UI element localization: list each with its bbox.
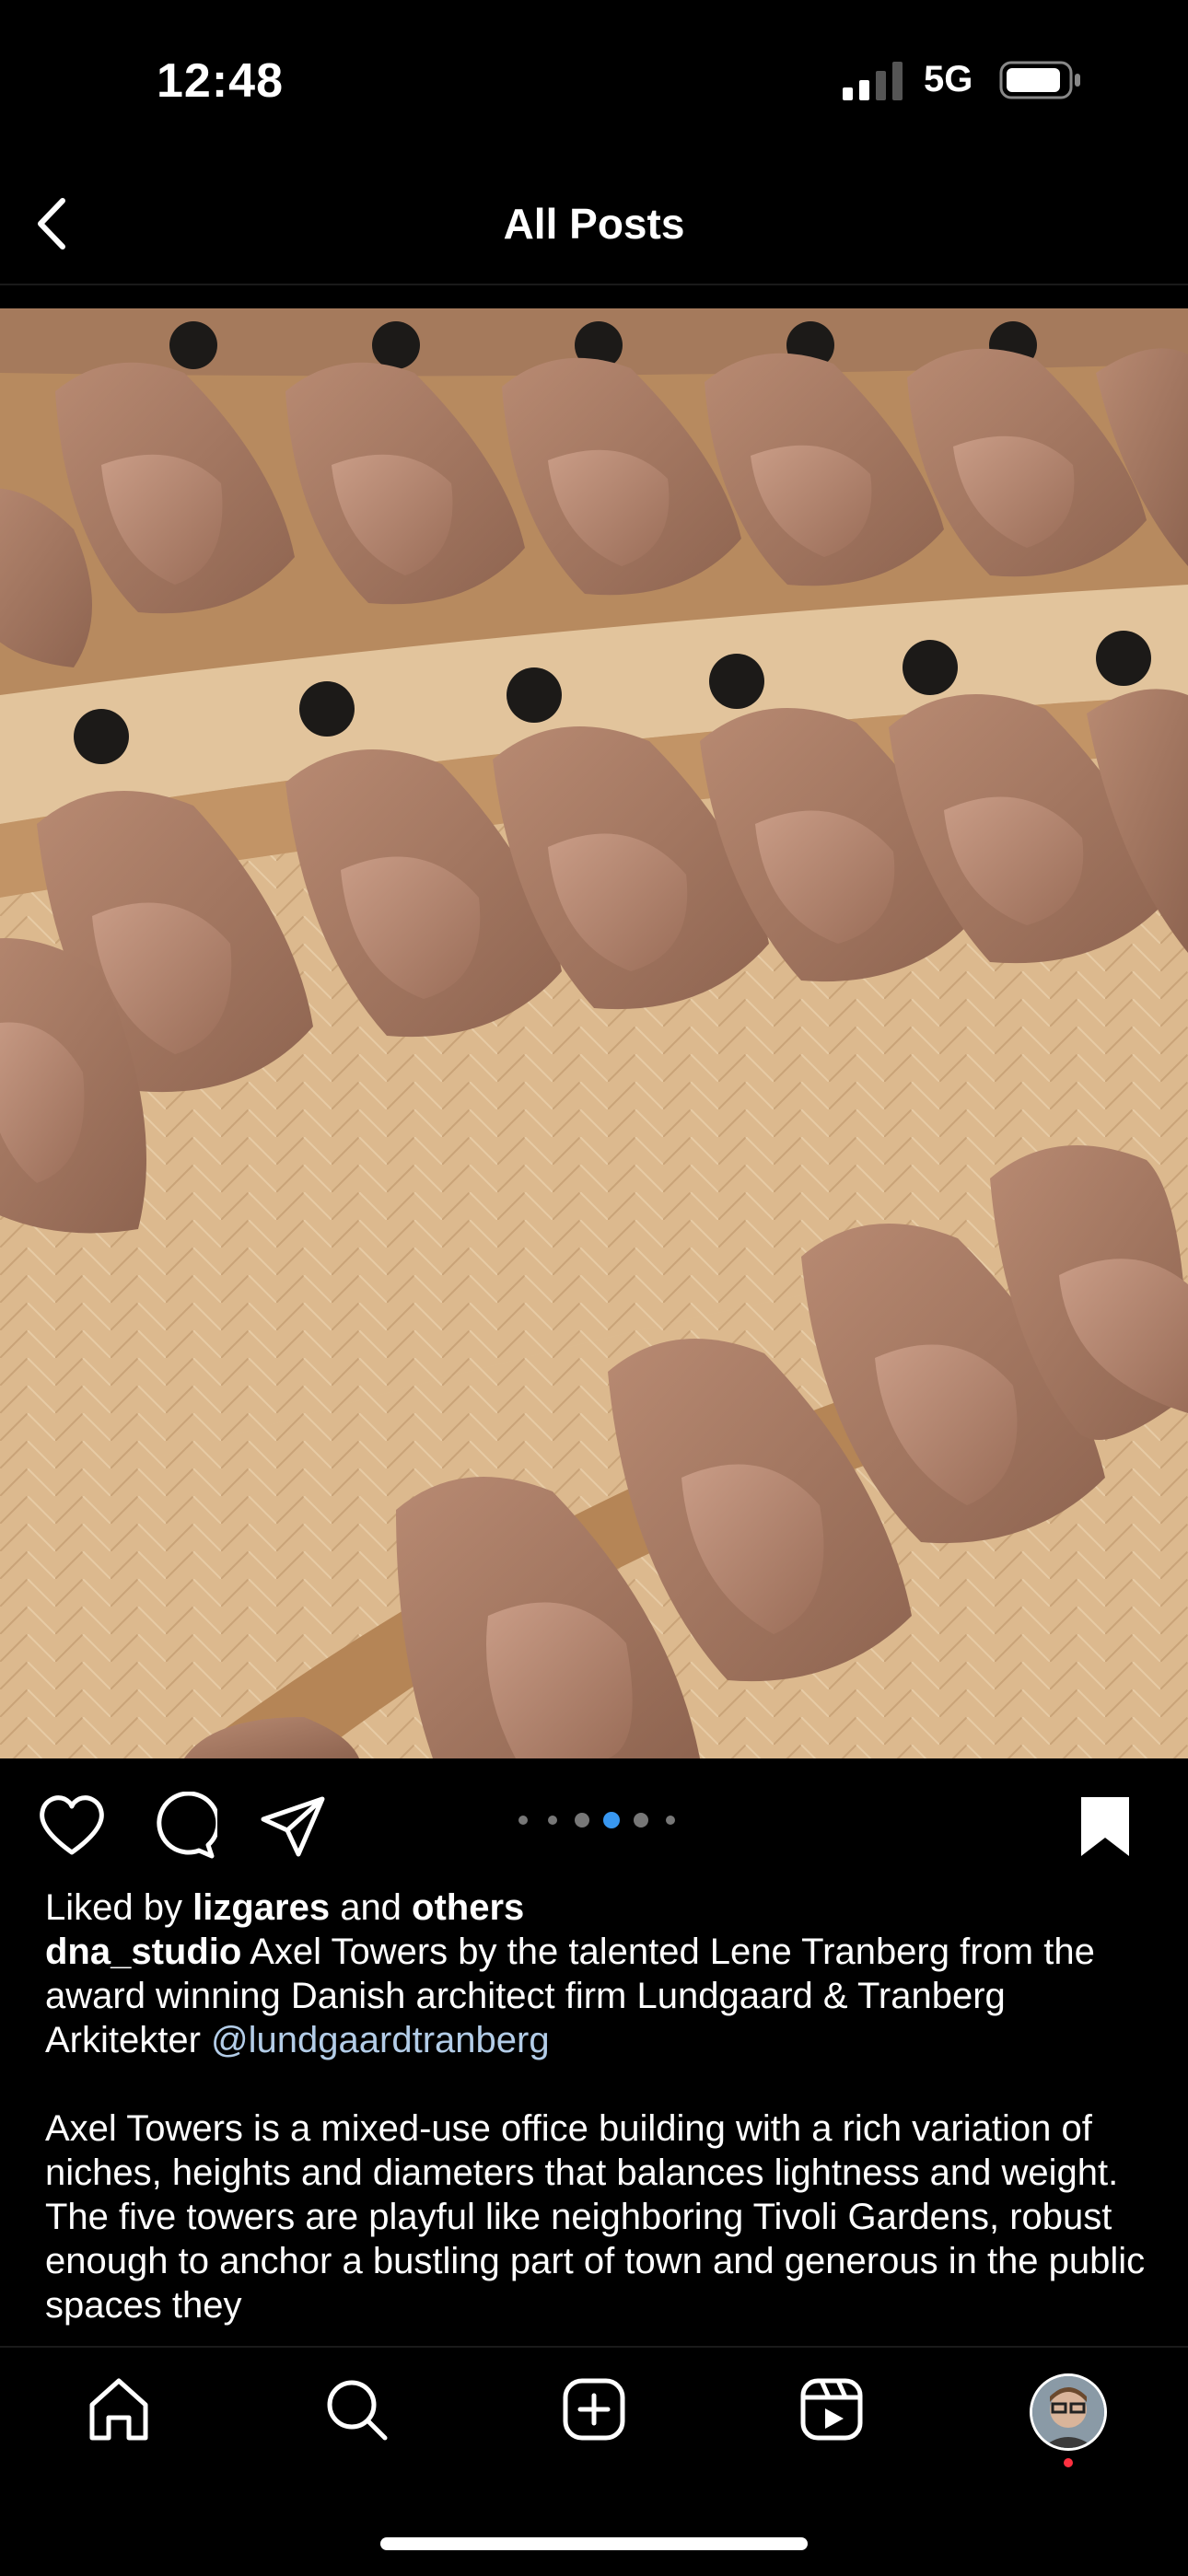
carousel-dot [634,1813,648,1828]
home-icon[interactable] [83,2373,155,2445]
search-icon[interactable] [320,2373,392,2445]
avatar-image [1032,2376,1104,2448]
carousel-dot [575,1813,589,1828]
post-username[interactable]: dna_studio [45,1932,241,1972]
post-image[interactable] [0,308,1188,1758]
post-caption: Liked by lizgares and others dna_studio … [45,1886,1159,2327]
bookmark-icon[interactable] [1070,1792,1140,1862]
likes-middle: and [330,1887,413,1928]
network-type: 5G [924,59,973,99]
caption-paragraph: Axel Towers is a mixed-use office buildi… [45,2108,1146,2326]
auditorium-seats-illustration [0,308,1188,1758]
carousel-dot [518,1816,528,1825]
status-time: 12:48 [157,54,284,108]
liked-by-others[interactable]: others [412,1887,524,1928]
likes-prefix: Liked by [45,1887,193,1928]
page-title: All Posts [503,200,685,248]
caption-line: dna_studio Axel Towers by the talented L… [45,1930,1159,2062]
create-icon[interactable] [558,2373,630,2445]
liked-by-user[interactable]: lizgares [192,1887,330,1928]
home-indicator [380,2537,808,2550]
carousel-dot [666,1816,675,1825]
share-icon[interactable] [258,1792,328,1862]
carousel-dot [548,1816,557,1825]
reels-icon[interactable] [796,2373,868,2445]
notification-dot [1064,2458,1073,2467]
signal-icon [843,62,903,100]
nav-divider [0,284,1188,285]
carousel-dot [603,1812,620,1828]
carousel-dots [518,1812,675,1828]
caption-mention[interactable]: @lundgaardtranberg [211,2020,550,2060]
comment-icon[interactable] [147,1792,217,1862]
heart-icon[interactable] [37,1792,107,1862]
battery-icon [999,61,1080,99]
likes-line: Liked by lizgares and others [45,1886,1159,1930]
profile-avatar[interactable] [1030,2373,1107,2451]
